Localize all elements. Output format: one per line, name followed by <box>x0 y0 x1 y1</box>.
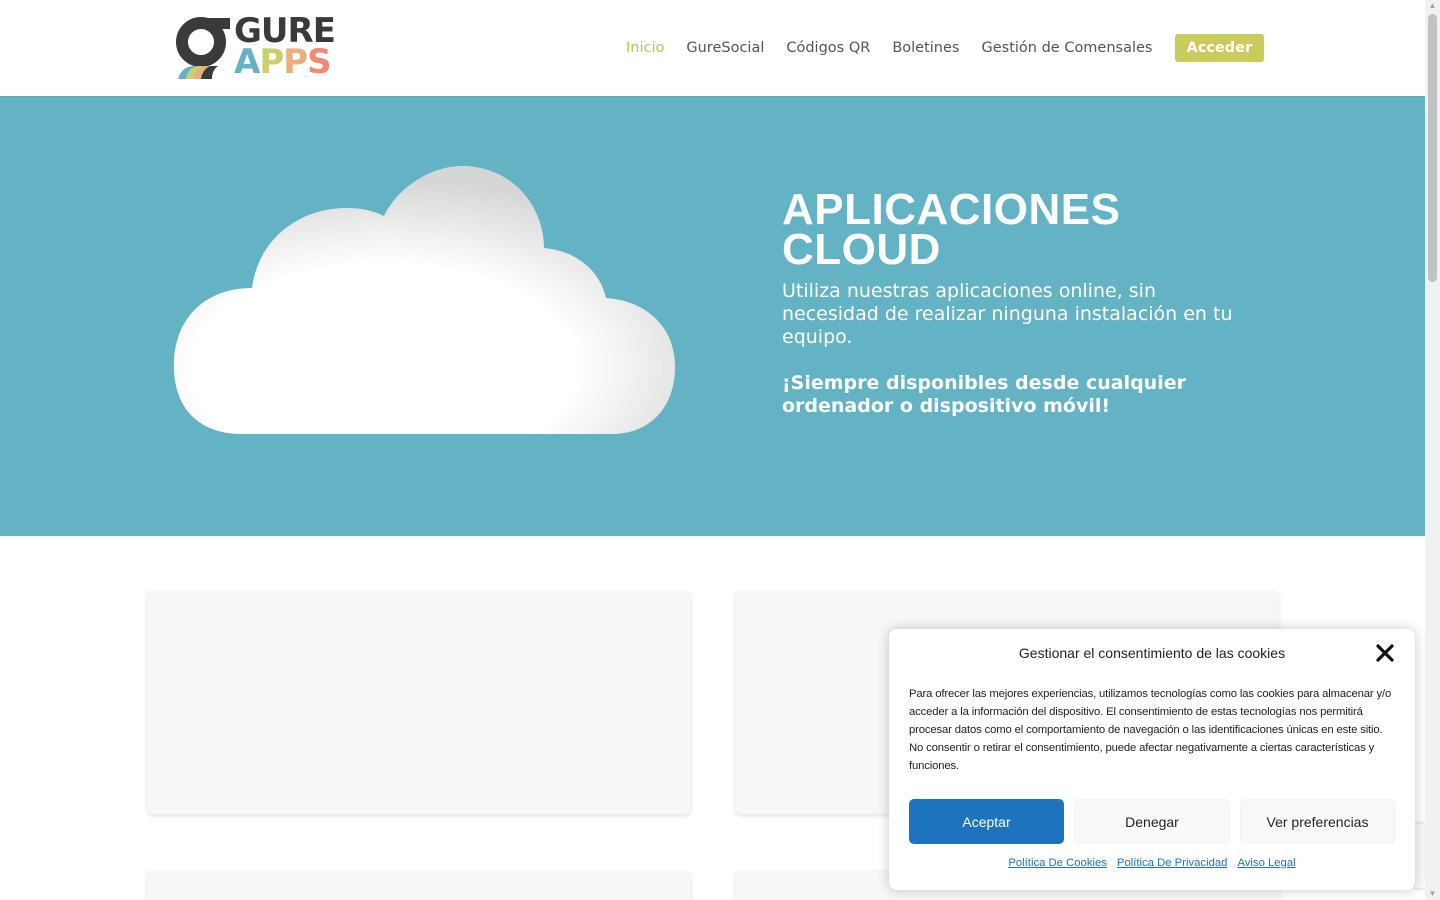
hero-subtitle: Utiliza nuestras aplicaciones online, si… <box>782 280 1233 348</box>
hero-highlight: ¡Siempre disponibles desde cualquier ord… <box>782 372 1186 417</box>
cookie-policy-link[interactable]: Política De Cookies <box>1008 857 1107 869</box>
logo-apps-text: APPS <box>234 45 335 79</box>
nav-item-boletines[interactable]: Boletines <box>892 40 959 56</box>
main-nav: Inicio GureSocial Códigos QR Boletines G… <box>626 34 1265 62</box>
nav-item-codigos-qr[interactable]: Códigos QR <box>786 40 870 56</box>
nav-item-guresocial[interactable]: GureSocial <box>686 40 764 56</box>
close-icon[interactable] <box>1375 643 1395 663</box>
cookie-dialog-text: Para ofrecer las mejores experiencias, u… <box>909 688 1392 772</box>
view-preferences-button[interactable]: Ver preferencias <box>1240 799 1395 844</box>
cookie-dialog-title: Gestionar el consentimiento de las cooki… <box>1018 645 1286 661</box>
logo-letter: P <box>283 42 308 82</box>
hero-title: APLICACIONES CLOUD <box>782 185 1121 274</box>
hero-section: APLICACIONES CLOUD Utiliza nuestras apli… <box>0 96 1425 536</box>
acceder-button[interactable]: Acceder <box>1174 34 1265 62</box>
gure-apps-logo[interactable]: GURE APPS <box>174 14 338 82</box>
recaptcha-badge[interactable] <box>1415 824 1425 888</box>
accept-button[interactable]: Aceptar <box>909 799 1064 844</box>
page: GURE APPS Inicio GureSocial Códigos QR B… <box>0 0 1440 900</box>
logo-letter: A <box>234 42 260 82</box>
app-card[interactable] <box>147 590 691 814</box>
scroll-up-arrow-icon[interactable]: ▲ <box>1428 2 1437 10</box>
site-header: GURE APPS Inicio GureSocial Códigos QR B… <box>0 0 1425 96</box>
logo-letter: S <box>307 42 331 82</box>
legal-notice-link[interactable]: Aviso Legal <box>1237 857 1295 869</box>
app-card[interactable] <box>147 870 691 900</box>
logo-mark-icon <box>176 17 230 79</box>
scroll-down-arrow-icon[interactable]: ▼ <box>1428 890 1437 898</box>
logo-letter: P <box>259 42 284 82</box>
nav-item-inicio[interactable]: Inicio <box>626 40 664 56</box>
cookie-policy-links: Política De Cookies Política De Privacid… <box>889 857 1415 869</box>
nav-item-gestion-comensales[interactable]: Gestión de Comensales <box>981 40 1152 56</box>
privacy-policy-link[interactable]: Política De Privacidad <box>1117 857 1228 869</box>
cookie-consent-dialog: Gestionar el consentimiento de las cooki… <box>889 629 1415 890</box>
deny-button[interactable]: Denegar <box>1074 799 1230 844</box>
page-scrollbar[interactable]: ▲ ▼ <box>1425 0 1440 900</box>
cloud-illustration-icon <box>173 166 676 434</box>
logo-wordmark: GURE APPS <box>234 14 336 79</box>
scrollbar-thumb[interactable] <box>1428 14 1437 282</box>
